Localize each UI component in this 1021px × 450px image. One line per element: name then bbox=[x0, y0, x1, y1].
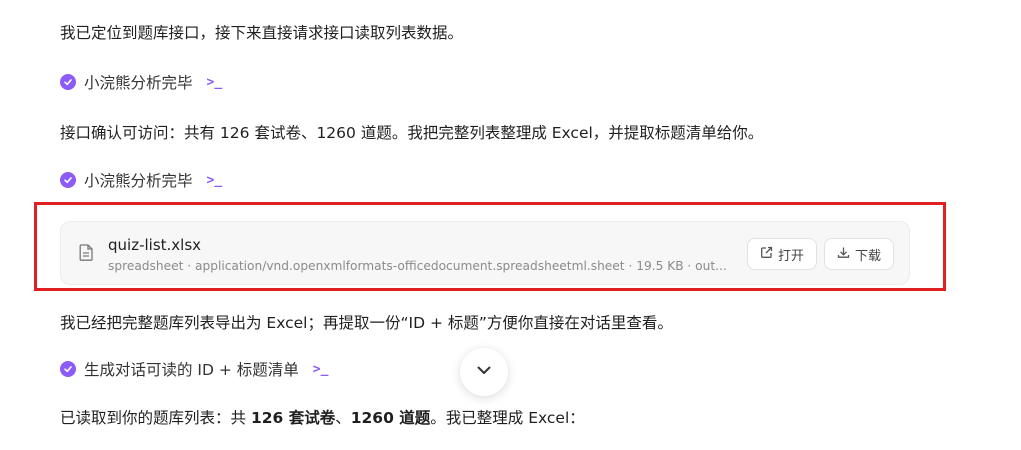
message-line-2: 接口确认可访问：共有 126 套试卷、1260 道题。我把完整列表整理成 Exc… bbox=[60, 124, 764, 142]
analysis-step-1[interactable]: 小浣熊分析完毕 >_ bbox=[60, 71, 222, 93]
message-line-1: 我已定位到题库接口，接下来直接请求接口读取列表数据。 bbox=[60, 24, 464, 42]
paper-count: 126 套试卷 bbox=[250, 409, 336, 427]
line4-suffix: 。我已整理成 Excel： bbox=[430, 409, 585, 427]
scroll-down-button[interactable] bbox=[460, 348, 508, 396]
message-line-3: 我已经把完整题库列表导出为 Excel；再提取一份“ID + 标题”方便你直接在… bbox=[60, 314, 673, 332]
step-label: 小浣熊分析完毕 bbox=[84, 74, 193, 92]
message-line-4: 已读取到你的题库列表：共 126 套试卷、1260 道题。我已整理成 Excel… bbox=[60, 406, 585, 428]
analysis-step-2[interactable]: 小浣熊分析完毕 >_ bbox=[60, 169, 222, 191]
terminal-icon[interactable]: >_ bbox=[313, 362, 329, 377]
terminal-icon[interactable]: >_ bbox=[207, 75, 223, 90]
check-circle-icon bbox=[60, 172, 76, 188]
step-label: 生成对话可读的 ID + 标题清单 bbox=[84, 361, 299, 379]
highlight-box bbox=[34, 202, 946, 291]
question-count: 1260 道题 bbox=[350, 409, 431, 427]
line4-separator: 、 bbox=[335, 409, 351, 427]
check-circle-icon bbox=[60, 74, 76, 90]
step-label: 小浣熊分析完毕 bbox=[84, 172, 193, 190]
terminal-icon[interactable]: >_ bbox=[207, 173, 223, 188]
line4-prefix: 已读取到你的题库列表：共 bbox=[60, 409, 251, 427]
check-circle-icon bbox=[60, 361, 76, 377]
analysis-step-3[interactable]: 生成对话可读的 ID + 标题清单 >_ bbox=[60, 358, 328, 380]
chevron-down-icon bbox=[475, 361, 493, 383]
